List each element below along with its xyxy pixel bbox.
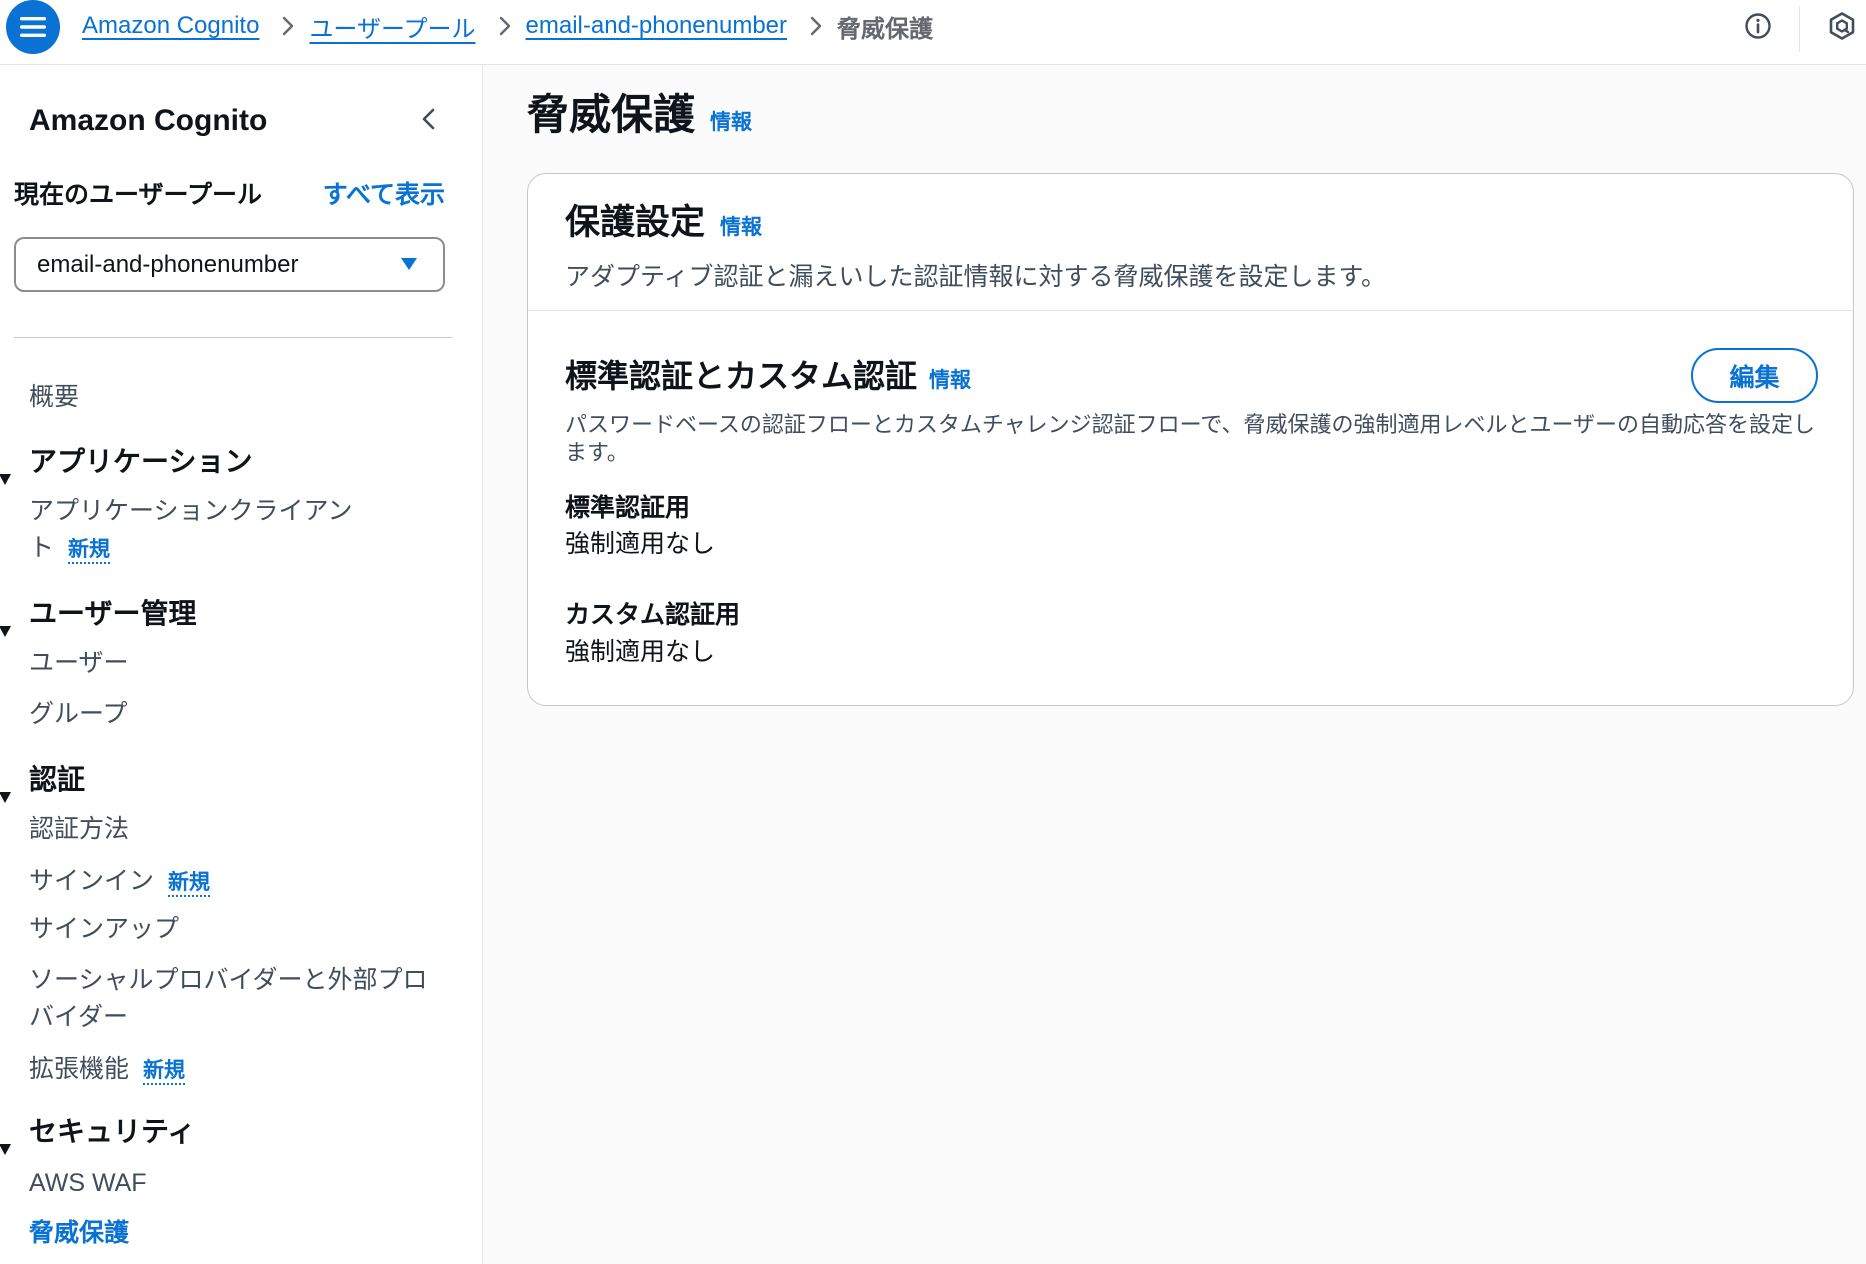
sidebar-item-label: 脅威保護 [29,1219,130,1247]
caret-down-icon [0,774,11,803]
standard-custom-auth-description: パスワードベースの認証フローとカスタムチャレンジ認証フローで、脅威保護の強制適用… [565,412,1816,465]
threat-protection-card: 保護設定 情報 アダプティブ認証と漏えいした認証情報に対する脅威保護を設定します… [527,173,1854,706]
sidebar-item-label: 概要 [29,383,80,411]
sidebar-section-title: 認証 [29,764,86,795]
chevron-right-icon [497,14,513,38]
sidebar-section-security[interactable]: セキュリティ [0,1112,196,1155]
chevron-left-icon[interactable] [417,107,441,131]
caret-down-icon [0,608,11,637]
current-user-pool-label: 現在のユーザープール [14,181,263,209]
breadcrumb-user-pool[interactable]: email-and-phonenumber [526,12,788,40]
sidebar-item-app-clients[interactable]: アプリケーションクライアント 新規 [29,493,369,568]
sidebar-item-label: 拡張機能 [29,1055,130,1083]
chevron-right-icon [280,14,296,38]
sidebar-section-title: ユーザー管理 [29,598,197,629]
standard-custom-auth-title: 標準認証とカスタム認証 [565,358,918,394]
page-header: 脅威保護 情報 [527,87,752,143]
standard-custom-auth-header: 標準認証とカスタム認証 情報 [565,356,971,396]
standard-auth-value: 強制適用なし [565,530,716,558]
sidebar-item-label: AWS WAF [29,1169,147,1197]
sidebar-item-label: 認証方法 [29,815,130,843]
protection-settings-title: 保護設定 [565,203,706,242]
breadcrumb-user-pools[interactable]: ユーザープール [309,9,475,44]
sidebar-section-title: アプリケーション [29,446,253,477]
sidebar-item-overview[interactable]: 概要 [29,379,444,416]
info-link[interactable]: 情報 [929,364,971,394]
standard-auth-label: 標準認証用 [565,494,691,522]
sidebar-item-extensions[interactable]: 拡張機能 新規 [29,1051,444,1089]
sidebar-item-auth-methods[interactable]: 認証方法 [29,811,444,848]
main-content: 脅威保護 情報 保護設定 情報 アダプティブ認証と漏えいした認証情報に対する脅威… [483,65,1866,1264]
info-link[interactable]: 情報 [710,106,752,136]
sidebar-section-title: セキュリティ [29,1116,196,1147]
sidebar-item-sign-up[interactable]: サインアップ [29,911,444,948]
hamburger-menu-icon[interactable] [6,0,60,54]
sidebar-item-groups[interactable]: グループ [29,696,444,733]
sidebar-section-authentication[interactable]: 認証 [0,760,86,803]
protection-settings-header: 保護設定 情報 [565,202,762,244]
sidebar-item-aws-waf[interactable]: AWS WAF [29,1165,444,1202]
breadcrumb-amazon-cognito[interactable]: Amazon Cognito [82,12,259,40]
view-all-link[interactable]: すべて表示 [323,179,445,211]
caret-down-icon [0,456,11,485]
sidebar-item-label: サインイン [29,867,155,895]
chevron-right-icon [808,14,824,38]
edit-button[interactable]: 編集 [1691,348,1818,403]
sidebar-title[interactable]: Amazon Cognito [29,101,267,141]
sidebar-section-user-management[interactable]: ユーザー管理 [0,594,197,637]
sidebar-item-threat-protection[interactable]: 脅威保護 [29,1215,444,1252]
new-badge[interactable]: 新規 [143,1059,185,1082]
user-pool-select-value: email-and-phonenumber [37,251,299,278]
page-title: 脅威保護 [527,91,696,138]
custom-auth-value: 強制適用なし [565,638,716,666]
sidebar-section-applications[interactable]: アプリケーション [0,442,253,485]
sidebar-item-label: ユーザー [29,649,129,677]
side-navigation: Amazon Cognito 現在のユーザープール すべて表示 email-an… [0,65,483,1264]
caret-down-filled-icon [400,257,418,271]
new-badge[interactable]: 新規 [168,871,210,894]
caret-down-icon [0,1126,11,1155]
sidebar-item-users[interactable]: ユーザー [29,645,444,682]
card-divider [528,310,1853,311]
sidebar-item-label: ソーシャルプロバイダーと外部プロバイダー [29,966,428,1031]
sidebar-item-social-providers[interactable]: ソーシャルプロバイダーと外部プロバイダー [29,962,444,1036]
custom-auth-label: カスタム認証用 [565,601,741,629]
breadcrumb: Amazon Cognito ユーザープール email-and-phonenu… [82,0,933,52]
sidebar-item-label: グループ [29,700,128,728]
protection-settings-description: アダプティブ認証と漏えいした認証情報に対する脅威保護を設定します。 [565,263,1387,291]
info-link[interactable]: 情報 [720,211,762,241]
sidebar-item-sign-in[interactable]: サインイン 新規 [29,863,444,901]
amazon-q-icon[interactable] [1827,11,1857,41]
new-badge[interactable]: 新規 [68,538,110,561]
breadcrumb-current-page: 脅威保護 [837,15,934,43]
info-circle-icon[interactable] [1744,12,1772,40]
sidebar-item-label: サインアップ [29,915,180,943]
user-pool-select[interactable]: email-and-phonenumber [14,237,445,292]
top-navigation-bar: Amazon Cognito ユーザープール email-and-phonenu… [0,0,1866,65]
sidebar-divider [14,337,452,338]
header-divider [1799,6,1800,52]
